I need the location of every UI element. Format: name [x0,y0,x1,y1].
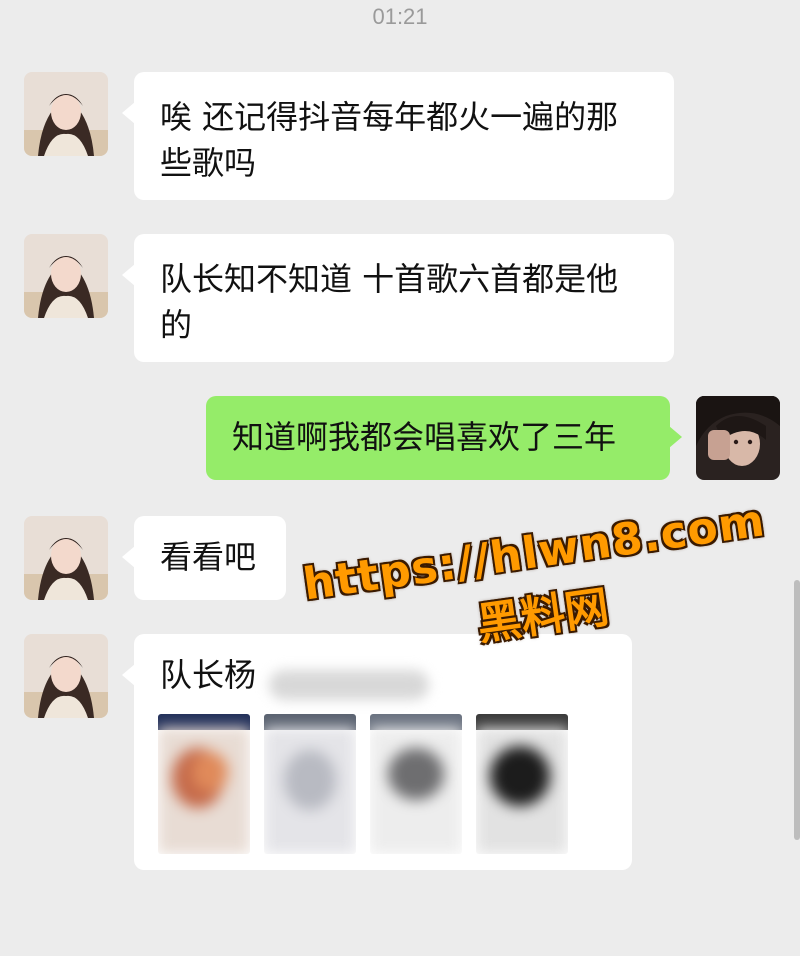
video-thumbnail[interactable] [264,714,356,854]
video-thumbnail[interactable] [476,714,568,854]
message-text-line: 队长知不知道 十首歌六首都是他 [160,260,619,298]
video-thumbnail[interactable] [158,714,250,854]
message-bubble-1[interactable]: 唉 还记得抖音每年都火一遍的那 些歌吗 [122,72,674,200]
scrollbar[interactable] [794,580,800,840]
message-bubble-3[interactable]: 知道啊我都会唱喜欢了三年 [206,396,682,480]
message-text: 知道啊我都会唱喜欢了三年 [232,418,617,456]
contact-avatar-icon[interactable] [24,72,108,156]
video-thumbnails[interactable] [158,714,598,862]
contact-avatar-icon[interactable] [24,634,108,718]
contact-avatar-icon[interactable] [24,234,108,318]
message-text-line: 的 [160,306,193,344]
message-timestamp: 01:21 [372,4,428,29]
contact-avatar-icon[interactable] [24,516,108,600]
message-bubble-4[interactable]: 看看吧 [122,516,286,600]
message-text: 看看吧 [160,538,257,576]
message-text-line: 些歌吗 [160,144,257,182]
self-avatar-icon[interactable] [696,396,780,480]
message-bubble-2[interactable]: 队长知不知道 十首歌六首都是他 的 [122,234,674,362]
video-thumbnail[interactable] [370,714,462,854]
redaction-blur [269,670,429,700]
message-bubble-5[interactable]: 队长杨 [122,634,632,870]
